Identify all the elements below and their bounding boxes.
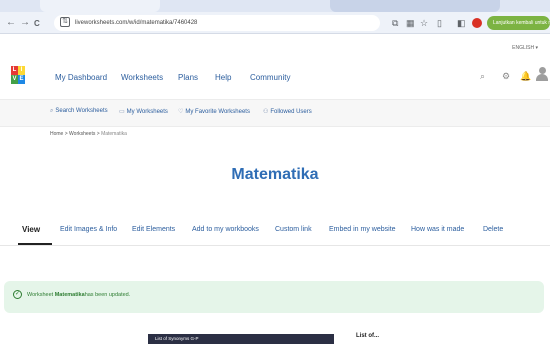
alert-message: Worksheet Matematikahas been updated.	[27, 292, 130, 298]
users-icon: ⚇	[263, 109, 269, 115]
search-icon: ⌕	[50, 108, 54, 114]
page-title: Matematika	[231, 166, 319, 183]
tab-how-was-it-made[interactable]: How was it made	[411, 226, 464, 233]
my-favorite-worksheets-link[interactable]: ♡ My Favorite Worksheets	[178, 108, 250, 115]
breadcrumb-home[interactable]: Home	[50, 131, 63, 137]
extension-icon[interactable]: ▦	[406, 17, 415, 29]
alert-suffix: has been updated.	[84, 292, 131, 298]
tab-add-to-workbooks[interactable]: Add to my workbooks	[192, 226, 259, 233]
worksheet-side-title: List of...	[356, 333, 379, 339]
sub-nav-label: Search Worksheets	[55, 108, 108, 114]
nav-community[interactable]: Community	[250, 73, 290, 82]
breadcrumb-current: Matematika	[101, 131, 127, 137]
nav-worksheets[interactable]: Worksheets	[121, 73, 163, 82]
resume-update-button[interactable]: Lanjutkan kembali untuk mengupdate	[487, 16, 550, 30]
language-selector[interactable]: ENGLISH ▾	[512, 45, 538, 51]
url-text[interactable]: liveworksheets.com/w/id/matematika/74604…	[75, 17, 197, 29]
sidebar-icon[interactable]: ◧	[457, 17, 466, 29]
tab-divider	[0, 245, 550, 246]
settings-icon[interactable]: ⚙	[502, 71, 510, 82]
breadcrumb-worksheets[interactable]: Worksheets	[69, 131, 95, 137]
followed-users-link[interactable]: ⚇ Followed Users	[263, 108, 312, 115]
logo-letter: V	[11, 75, 18, 84]
tab-edit-elements[interactable]: Edit Elements	[132, 226, 175, 233]
browser-tab[interactable]	[40, 0, 160, 12]
preview-title: List of Synonyms G-P	[155, 336, 199, 341]
search-icon[interactable]: ⌕	[480, 71, 485, 82]
logo-letter: I	[18, 66, 25, 75]
alert-worksheet-name: Matematika	[54, 292, 85, 298]
avatar[interactable]	[536, 66, 548, 82]
reload-icon[interactable]: C	[34, 17, 40, 31]
logo-letter: E	[18, 75, 25, 84]
my-worksheets-link[interactable]: ▭ My Worksheets	[119, 108, 168, 115]
sub-nav-label: My Worksheets	[126, 109, 168, 115]
alert-prefix: Worksheet	[27, 292, 55, 298]
sub-nav-label: Followed Users	[270, 109, 312, 115]
site-logo[interactable]: L I V E	[11, 66, 25, 84]
tab-delete[interactable]: Delete	[483, 226, 503, 233]
back-icon[interactable]: ←	[6, 16, 16, 30]
star-icon[interactable]: ☆	[420, 17, 428, 29]
browser-tab[interactable]	[330, 0, 500, 12]
tab-edit-images-info[interactable]: Edit Images & Info	[60, 226, 117, 233]
forward-icon[interactable]: →	[20, 16, 30, 30]
logo-letter: L	[11, 66, 18, 75]
language-label: ENGLISH	[512, 45, 535, 51]
tab-embed[interactable]: Embed in my website	[329, 226, 396, 233]
site-info-icon[interactable]: ⇅	[60, 17, 70, 27]
breadcrumb: Home > Worksheets > Matematika	[50, 131, 127, 137]
nav-plans[interactable]: Plans	[178, 73, 198, 82]
tab-view[interactable]: View	[22, 225, 40, 234]
breadcrumb-separator: >	[96, 131, 100, 137]
breadcrumb-separator: >	[64, 131, 68, 137]
nav-help[interactable]: Help	[215, 73, 231, 82]
puzzle-icon[interactable]: ▯	[437, 17, 442, 29]
sub-nav-label: My Favorite Worksheets	[185, 109, 250, 115]
book-icon: ▭	[119, 109, 125, 115]
profile-icon[interactable]	[472, 18, 482, 28]
heart-icon: ♡	[178, 109, 184, 115]
nav-my-dashboard[interactable]: My Dashboard	[55, 73, 107, 82]
check-circle-icon: ✓	[13, 290, 22, 299]
translate-icon[interactable]: ⧉	[392, 17, 398, 29]
search-worksheets-link[interactable]: ⌕ Search Worksheets	[50, 108, 108, 115]
bell-icon[interactable]: 🔔	[520, 71, 531, 82]
tab-custom-link[interactable]: Custom link	[275, 226, 312, 233]
